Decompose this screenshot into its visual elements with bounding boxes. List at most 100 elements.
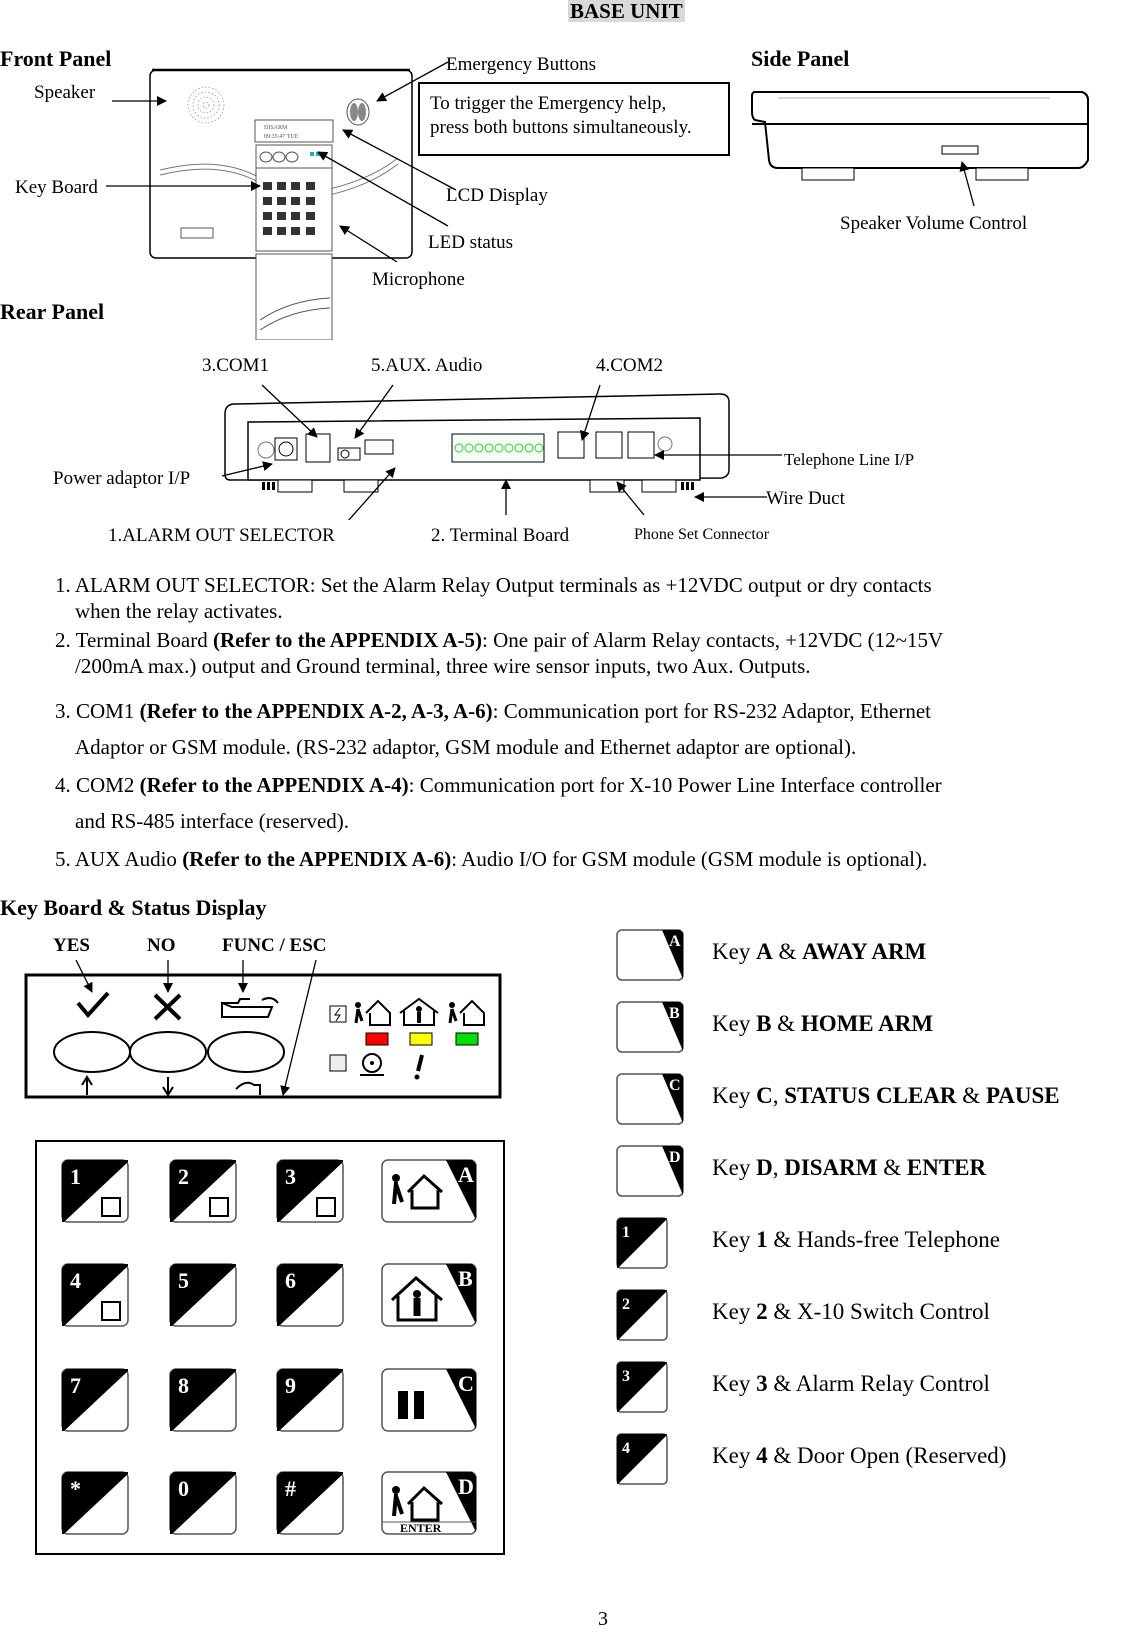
description-2-ref: (Refer to the APPENDIX A-5) [212,628,483,652]
key-3[interactable]: 3 [276,1159,344,1223]
key-4[interactable]: 4 [61,1263,129,1327]
description-4-lead: 4. COM2 [55,773,140,797]
description-5: 5. AUX Audio (Refer to the APPENDIX A-6)… [55,841,1124,877]
key-2[interactable]: 2 [169,1159,237,1223]
key-6[interactable]: 6 [276,1263,344,1327]
key-list-text: Key A & AWAY ARM [712,939,927,964]
key-C-icon: C [616,1073,684,1125]
key-D[interactable]: D ENTER [381,1471,477,1535]
key-hash[interactable]: # [276,1471,344,1535]
key-list-item: 2 Key 2 & X-10 Switch Control [600,1285,1124,1341]
relay-icon [316,1197,336,1217]
key-C[interactable]: C [381,1368,477,1432]
description-3-cont: Adaptor or GSM module. (RS-232 adaptor, … [75,735,857,759]
svg-text:2: 2 [622,1296,630,1313]
key-7[interactable]: 7 [61,1368,129,1432]
description-4-ref: (Refer to the APPENDIX A-4) [139,773,409,797]
yellow-led [409,1032,433,1046]
key-list-item: 4 Key 4 & Door Open (Reserved) [600,1429,1124,1485]
key-list-text: Key 2 & X-10 Switch Control [712,1299,990,1324]
key-label: A [458,1162,474,1187]
x10-switch-icon [209,1197,229,1217]
key-list-text: Key 1 & Hands-free Telephone [712,1227,1000,1252]
key-list-text: Key 3 & Alarm Relay Control [712,1371,990,1396]
func-esc-button [207,1031,285,1073]
emergency-buttons-icon [346,98,370,126]
description-3-ref: (Refer to the APPENDIX A-2, A-3, A-6) [139,699,493,723]
door-icon [101,1301,121,1321]
svg-text:B: B [669,1005,680,1022]
key-label: 2 [178,1164,189,1189]
phone-icon [101,1197,121,1217]
key-list-item: 3 Key 3 & Alarm Relay Control [600,1357,1124,1413]
description-5-rest: : Audio I/O for GSM module (GSM module i… [451,847,928,871]
page-number: 3 [598,1608,608,1630]
yes-button [53,1031,131,1073]
green-led [455,1032,479,1046]
description-2: 2. Terminal Board (Refer to the APPENDIX… [55,627,1124,679]
key-1-icon: 1 [616,1217,672,1269]
key-label: B [458,1266,473,1291]
key-label: 5 [178,1268,189,1293]
key-list-text: Key 4 & Door Open (Reserved) [712,1443,1007,1468]
lcd-line-2: 09:35:47 TUE [264,134,299,140]
enter-label: ENTER [400,1521,442,1535]
key-list-item: 1 Key 1 & Hands-free Telephone [600,1213,1124,1269]
key-0[interactable]: 0 [169,1471,237,1535]
description-3: 3. COM1 (Refer to the APPENDIX A-2, A-3,… [55,693,1124,765]
description-1: 1. ALARM OUT SELECTOR: Set the Alarm Rel… [55,572,1124,624]
key-1[interactable]: 1 [61,1159,129,1223]
key-list-item: D Key D, DISARM & ENTER [600,1141,1124,1197]
description-2-rest: : One pair of Alarm Relay contacts, +12V… [482,628,944,652]
status-display-panel [24,959,502,1099]
key-list-item: C Key C, STATUS CLEAR & PAUSE [600,1069,1124,1125]
tamper-icon [329,1054,347,1072]
com1-callout: 3.COM1 [202,355,270,376]
lcd-line-1: DISARM [264,125,288,131]
key-list-text: Key C, STATUS CLEAR & PAUSE [712,1083,1060,1108]
key-star[interactable]: * [61,1471,129,1535]
yes-label: YES [53,935,90,956]
description-5-lead: 5. AUX Audio [55,847,183,871]
description-3-rest: : Communication port for RS-232 Adaptor,… [492,699,932,723]
key-B-icon: B [616,1001,684,1053]
terminal-board-callout: 2. Terminal Board [431,525,570,546]
description-4-rest: : Communication port for X-10 Power Line… [408,773,942,797]
key-list-item: A Key A & AWAY ARM [600,925,1124,981]
key-label: * [70,1476,81,1501]
keypad-panel: 1 2 3 A 4 5 6 B 7 8 9 C * 0 # D ENTER [35,1140,505,1555]
phone-set-connector-callout: Phone Set Connector [634,526,770,543]
power-status-icon [329,1005,347,1023]
description-4: 4. COM2 (Refer to the APPENDIX A-4): Com… [55,767,1124,839]
key-label: C [458,1371,474,1396]
aux-audio-callout: 5.AUX. Audio [371,355,483,376]
key-label: 9 [285,1373,296,1398]
key-3-icon: 3 [616,1361,672,1413]
rear-panel-heading: Rear Panel [0,299,105,324]
description-4-cont: and RS-485 interface (reserved). [75,809,350,833]
description-5-ref: (Refer to the APPENDIX A-6) [182,847,452,871]
side-panel-heading: Side Panel [751,46,850,71]
key-label: 4 [70,1268,81,1293]
com2-callout: 4.COM2 [596,355,664,376]
key-label: 3 [285,1164,296,1189]
key-9[interactable]: 9 [276,1368,344,1432]
key-D-icon: D [616,1145,684,1197]
svg-text:A: A [669,933,681,950]
key-label: 0 [178,1476,189,1501]
key-5[interactable]: 5 [169,1263,237,1327]
key-8[interactable]: 8 [169,1368,237,1432]
no-label: NO [147,935,176,956]
key-B[interactable]: B [381,1263,477,1327]
no-button [129,1031,207,1073]
key-list-text: Key B & HOME ARM [712,1011,934,1036]
keyboard-section-heading: Key Board & Status Display [0,895,267,920]
key-label: 1 [70,1164,81,1189]
svg-text:C: C [669,1077,681,1094]
key-A[interactable]: A [381,1159,477,1223]
key-label: 7 [70,1373,81,1398]
svg-text:4: 4 [622,1440,630,1457]
svg-text:D: D [669,1149,681,1166]
description-3-lead: 3. COM1 [55,699,140,723]
front-panel-diagram: DISARM 09:35:47 TUE [106,61,1089,340]
